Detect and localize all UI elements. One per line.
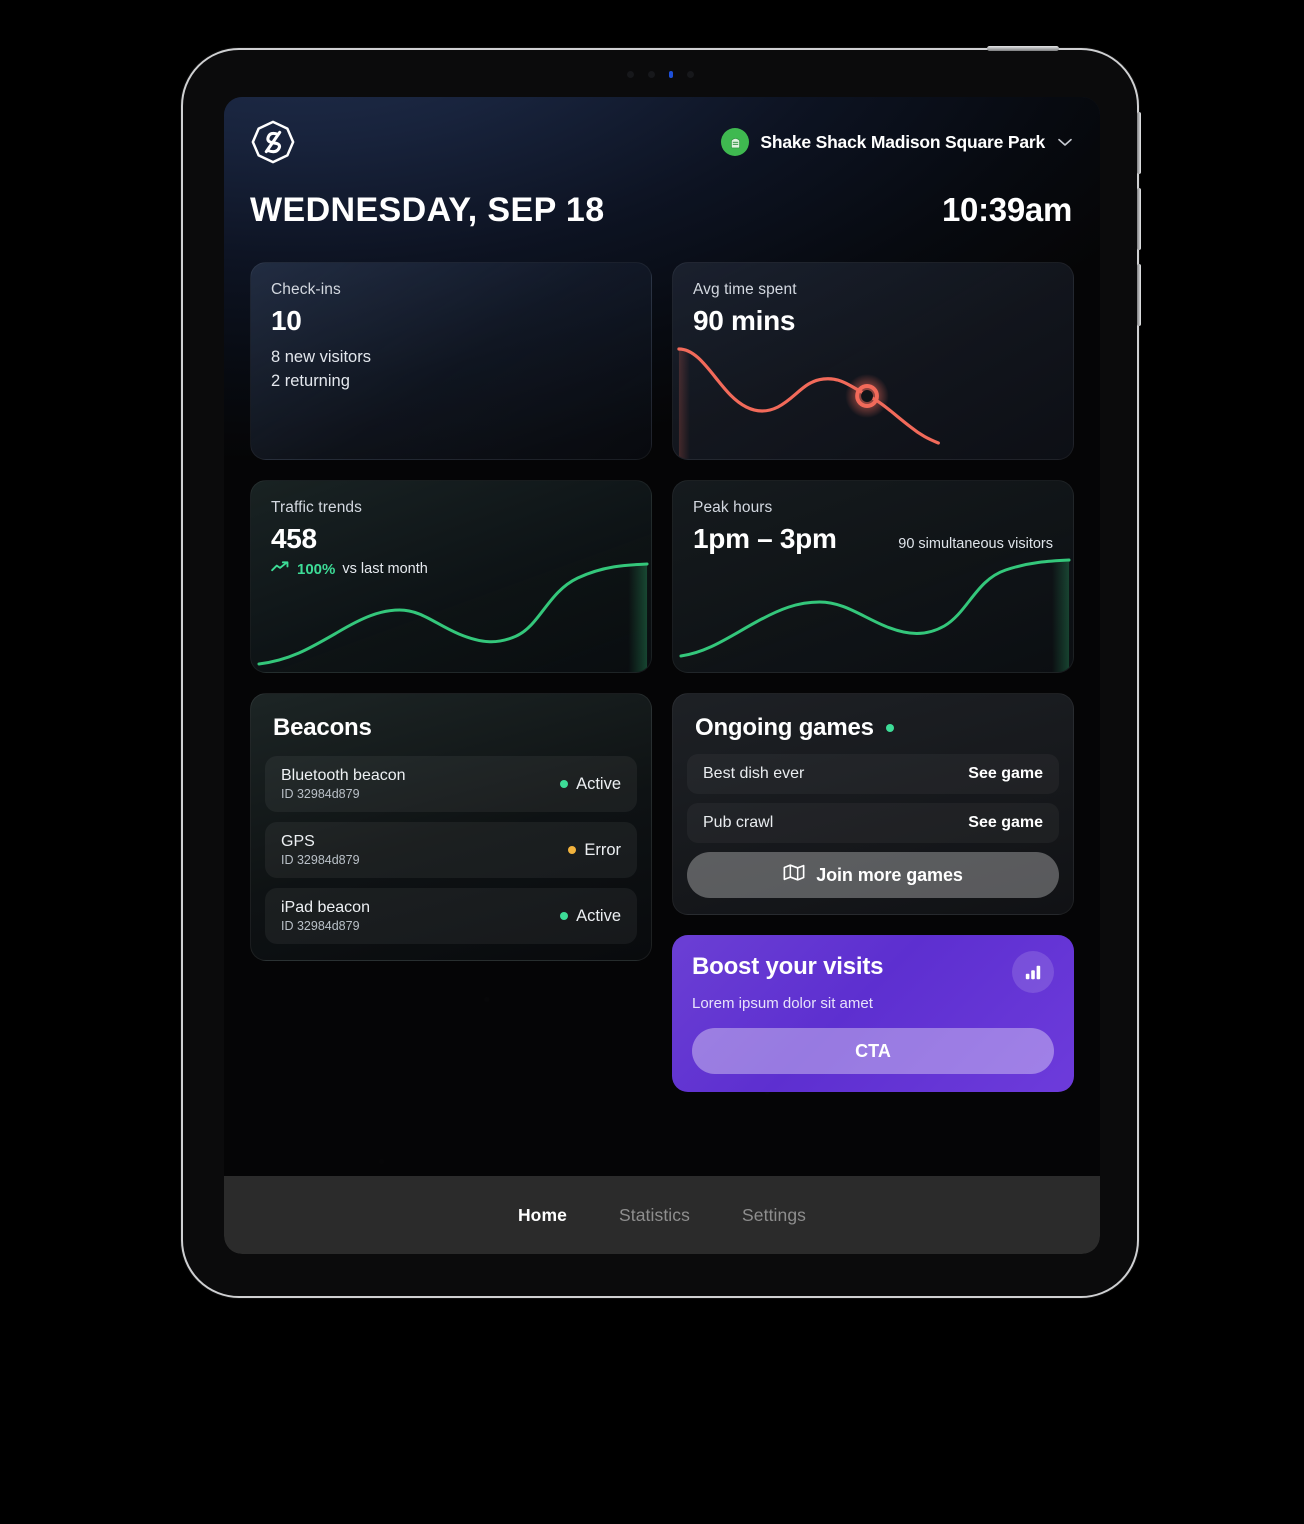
traffic-trends-card[interactable]: Traffic trends 458 100% vs last month <box>250 480 652 673</box>
status-badge: Active <box>560 775 621 794</box>
left-column: Check-ins 10 8 new visitors 2 returning … <box>250 262 652 1092</box>
indicator-light <box>668 70 673 78</box>
beacons-card: Beacons Bluetooth beacon ID 32984d879 Ac… <box>250 693 652 961</box>
trend-up-icon <box>271 560 290 578</box>
current-date: WEDNESDAY, SEP 18 <box>250 191 605 229</box>
venue-name: Shake Shack Madison Square Park <box>760 131 1045 152</box>
peak-label: Peak hours <box>693 499 773 516</box>
side-button[interactable] <box>1137 264 1141 326</box>
beacon-id: ID 32984d879 <box>281 787 360 801</box>
traffic-delta: 100% vs last month <box>271 560 631 578</box>
storefront-icon <box>721 128 750 156</box>
checkins-returning: 2 returning <box>271 372 350 390</box>
status-badge: Error <box>568 841 621 860</box>
cta-button[interactable]: CTA <box>692 1028 1054 1074</box>
see-game-link[interactable]: See game <box>968 765 1043 783</box>
beacon-name: iPad beacon <box>281 899 370 916</box>
sc-monogram-logo[interactable] <box>250 119 296 165</box>
peak-value: 1pm – 3pm <box>693 523 837 554</box>
traffic-label: Traffic trends <box>271 499 362 516</box>
beacon-row[interactable]: iPad beacon ID 32984d879 Active <box>265 888 637 944</box>
checkins-label: Check-ins <box>271 281 341 298</box>
see-game-link[interactable]: See game <box>968 814 1043 832</box>
nav-item-statistics[interactable]: Statistics <box>619 1205 690 1226</box>
boost-subtitle: Lorem ipsum dolor sit amet <box>692 995 873 1012</box>
map-icon <box>783 863 805 887</box>
current-time: 10:39am <box>942 191 1072 228</box>
game-row[interactable]: Pub crawl See game <box>687 803 1059 843</box>
avg-time-label: Avg time spent <box>693 281 797 298</box>
nav-item-home[interactable]: Home <box>518 1205 567 1226</box>
app-header: Shake Shack Madison Square Park <box>224 97 1100 165</box>
status-label: Active <box>576 774 621 793</box>
beacons-title: Beacons <box>273 714 372 741</box>
volume-up-button[interactable] <box>1137 112 1141 174</box>
venue-selector[interactable]: Shake Shack Madison Square Park <box>721 128 1074 156</box>
dashboard-grid: Check-ins 10 8 new visitors 2 returning … <box>224 230 1100 1092</box>
peak-hours-sparkline <box>679 558 1071 672</box>
checkins-new-visitors: 8 new visitors <box>271 348 371 366</box>
volume-down-button[interactable] <box>1137 188 1141 250</box>
avg-time-value: 90 mins <box>693 305 796 336</box>
join-more-games-button[interactable]: Join more games <box>687 852 1059 898</box>
date-time-bar: WEDNESDAY, SEP 18 10:39am <box>224 165 1100 230</box>
ongoing-games-card: Ongoing games Best dish ever See game Pu… <box>672 693 1074 915</box>
avg-time-card[interactable]: Avg time spent 90 mins <box>672 262 1074 460</box>
beacon-id: ID 32984d879 <box>281 853 360 867</box>
right-column: Avg time spent 90 mins Peak hours 1pm – … <box>672 262 1074 1092</box>
traffic-delta-text: vs last month <box>342 561 428 577</box>
bottom-navigation: Home Statistics Settings <box>224 1176 1100 1254</box>
games-title: Ongoing games <box>695 714 874 741</box>
status-dot-icon <box>560 912 569 920</box>
scene: Shake Shack Madison Square Park WEDNESDA… <box>0 0 1304 1524</box>
live-indicator-icon <box>885 724 894 732</box>
boost-title: Boost your visits <box>692 953 884 980</box>
game-name: Best dish ever <box>703 765 805 782</box>
beacon-id: ID 32984d879 <box>281 919 360 933</box>
join-more-games-label: Join more games <box>816 864 963 885</box>
beacon-row[interactable]: GPS ID 32984d879 Error <box>265 822 637 878</box>
chevron-down-icon[interactable] <box>1058 135 1072 150</box>
power-button[interactable] <box>987 46 1059 51</box>
camera-dot <box>647 70 655 78</box>
mic-dot <box>686 70 694 78</box>
sensor-dot <box>626 70 634 78</box>
bar-chart-icon <box>1012 951 1054 993</box>
beacon-name: Bluetooth beacon <box>281 767 406 784</box>
tablet-device: Shake Shack Madison Square Park WEDNESDA… <box>181 46 1141 1298</box>
beacon-name: GPS <box>281 833 315 850</box>
cta-label: CTA <box>855 1040 891 1061</box>
beacon-row[interactable]: Bluetooth beacon ID 32984d879 Active <box>265 756 637 812</box>
boost-visits-card[interactable]: Boost your visits Lorem ipsum dolor sit … <box>672 935 1074 1092</box>
status-dot-icon <box>568 846 577 854</box>
status-label: Error <box>584 840 621 859</box>
status-badge: Active <box>560 907 621 926</box>
game-row[interactable]: Best dish ever See game <box>687 754 1059 794</box>
status-dot-icon <box>560 780 569 788</box>
front-camera-array <box>585 70 735 78</box>
game-name: Pub crawl <box>703 814 774 831</box>
peak-note: 90 simultaneous visitors <box>898 536 1053 552</box>
peak-hours-card[interactable]: Peak hours 1pm – 3pm 90 simultaneous vis… <box>672 480 1074 673</box>
status-label: Active <box>576 906 621 925</box>
checkins-value: 10 <box>271 305 302 336</box>
avg-time-sparkline <box>677 347 940 459</box>
games-header: Ongoing games <box>687 710 1059 754</box>
tablet-screen: Shake Shack Madison Square Park WEDNESDA… <box>224 97 1100 1254</box>
checkins-card[interactable]: Check-ins 10 8 new visitors 2 returning <box>250 262 652 460</box>
traffic-delta-pct: 100% <box>297 560 336 578</box>
traffic-value: 458 <box>271 523 317 554</box>
nav-item-settings[interactable]: Settings <box>742 1205 806 1226</box>
